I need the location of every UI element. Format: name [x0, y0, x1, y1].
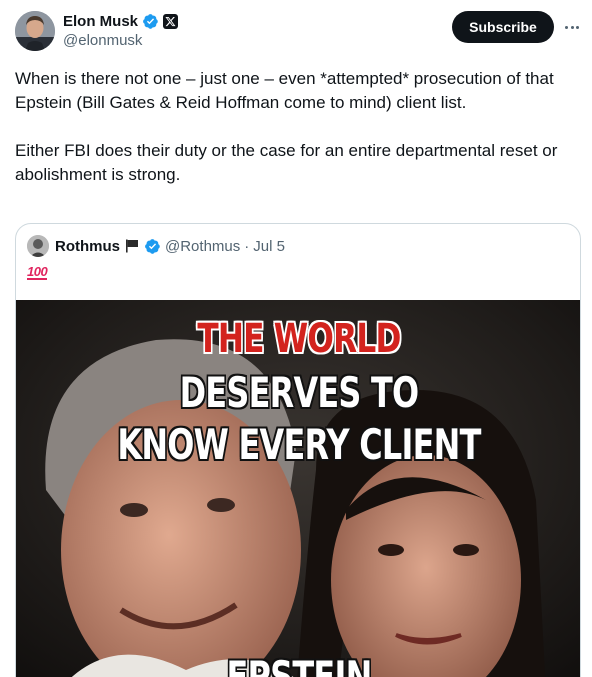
author-handle[interactable]: @elonmusk: [63, 32, 142, 49]
meme-line-1: THE WORLD: [197, 316, 401, 362]
quoted-author-handle: @Rothmus: [165, 237, 241, 255]
quoted-media-image[interactable]: THE WORLD DESERVES TO KNOW EVERY CLIENT …: [16, 300, 580, 677]
tweet-text: When is there not one – just one – even …: [15, 67, 580, 187]
author-avatar[interactable]: [15, 11, 55, 51]
meme-line-2: DESERVES TO: [179, 368, 420, 417]
subscribe-button[interactable]: Subscribe: [452, 11, 554, 43]
quoted-verified-badge-icon: [145, 238, 160, 254]
quoted-author-avatar: [27, 235, 49, 257]
quoted-author-name: Rothmus: [55, 237, 120, 255]
tweet-paragraph-1: When is there not one – just one – even …: [15, 69, 554, 112]
tweet-paragraph-2: Either FBI does their duty or the case f…: [15, 141, 558, 184]
tweet: Elon Musk @elonmusk Subscribe When is th…: [0, 0, 592, 677]
black-flag-icon: [126, 239, 138, 253]
meme-line-4: EPSTEIN: [226, 652, 372, 677]
hundred-points-emoji-icon: 100: [27, 264, 48, 280]
quoted-separator: ·: [244, 237, 250, 255]
meme-line-3: KNOW EVERY CLIENT: [117, 420, 481, 469]
author-name-row: Elon Musk: [63, 11, 179, 31]
x-logo-icon: [163, 13, 179, 29]
hundred-points-emoji-text: 100: [27, 264, 48, 280]
quoted-date: Jul 5: [253, 237, 285, 255]
quoted-tweet-card[interactable]: Rothmus @Rothmus · Jul 5 100 THE WORLD D…: [15, 223, 581, 677]
author-display-name[interactable]: Elon Musk: [63, 13, 138, 30]
more-options-icon[interactable]: [562, 17, 582, 37]
verified-badge-icon: [143, 13, 158, 29]
avatar-image: [15, 11, 55, 51]
quoted-tweet-header: Rothmus @Rothmus · Jul 5: [27, 235, 285, 257]
